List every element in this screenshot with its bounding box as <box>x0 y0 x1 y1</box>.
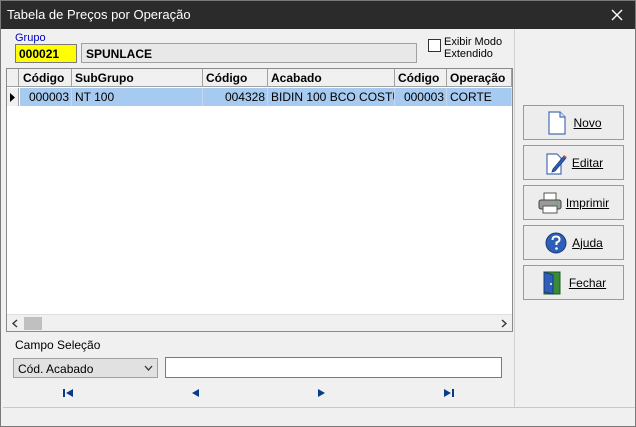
printer-icon <box>538 191 562 215</box>
last-record-icon <box>444 389 454 397</box>
close-form-button-label: Fechar <box>568 275 607 290</box>
close-form-button[interactable]: Fechar <box>523 265 624 300</box>
help-button[interactable]: Ajuda <box>523 225 624 260</box>
cell-subgrupo-codigo[interactable]: 000003 <box>20 88 72 106</box>
cell-acabado-codigo[interactable]: 004328 <box>203 88 268 106</box>
scroll-left-button[interactable] <box>9 318 21 329</box>
column-header-acabado-codigo[interactable]: Código <box>203 69 268 87</box>
grid-header: Código SubGrupo Código Acabado Código Op… <box>7 69 512 87</box>
chevron-down-icon <box>144 365 153 371</box>
next-record-button[interactable] <box>312 386 332 400</box>
cell-operacao[interactable]: CORTE <box>447 88 512 106</box>
edit-button[interactable]: Editar <box>523 145 624 180</box>
new-button[interactable]: Novo <box>523 105 624 140</box>
column-header-subgrupo-codigo[interactable]: Código <box>20 69 72 87</box>
price-table-grid[interactable]: Código SubGrupo Código Acabado Código Op… <box>6 68 513 332</box>
column-header-operacao[interactable]: Operação <box>447 69 512 87</box>
current-row-icon <box>10 92 15 102</box>
exit-door-icon <box>541 270 565 295</box>
first-record-icon <box>63 389 73 397</box>
left-panel: Grupo 000021 SPUNLACE Exibir Modo Extend… <box>3 29 515 407</box>
scroll-thumb[interactable] <box>24 317 42 330</box>
title-bar: Tabela de Preços por Operação <box>1 1 635 29</box>
close-button[interactable] <box>599 1 635 29</box>
column-header-acabado[interactable]: Acabado <box>268 69 395 87</box>
prev-record-button[interactable] <box>185 386 205 400</box>
first-record-button[interactable] <box>58 386 78 400</box>
extended-mode-label[interactable]: Exibir Modo Extendido <box>444 36 512 60</box>
horizontal-scrollbar[interactable] <box>7 314 512 331</box>
help-button-label: Ajuda <box>572 235 603 250</box>
scroll-right-button[interactable] <box>498 318 510 329</box>
new-button-label: Novo <box>573 115 602 130</box>
cell-subgrupo[interactable]: NT 100 <box>72 88 203 106</box>
cell-acabado[interactable]: BIDIN 100 BCO COSTUR <box>268 88 395 106</box>
close-icon <box>611 9 623 21</box>
extended-mode-checkbox[interactable] <box>428 39 441 52</box>
action-panel: Novo Editar Imprimir Ajuda Fechar <box>516 29 634 407</box>
print-button-label: Imprimir <box>565 195 610 210</box>
main-window: Tabela de Preços por Operação Grupo 0000… <box>0 0 636 427</box>
chevron-right-icon <box>501 319 507 328</box>
edit-pencil-icon <box>544 151 568 175</box>
new-document-icon <box>545 110 569 135</box>
search-input[interactable] <box>165 357 502 378</box>
prev-record-icon <box>192 389 199 397</box>
group-label: Grupo <box>15 32 46 44</box>
table-row[interactable]: 000003 NT 100 004328 BIDIN 100 BCO COSTU… <box>7 88 512 106</box>
selection-field-label: Campo Seleção <box>15 338 101 352</box>
group-name-field: SPUNLACE <box>81 43 417 63</box>
selection-field-dropdown[interactable]: Cód. Acabado <box>13 358 158 378</box>
column-header-operacao-codigo[interactable]: Código <box>395 69 447 87</box>
row-indicator <box>7 88 19 106</box>
selection-field-value: Cód. Acabado <box>18 362 94 376</box>
window-title: Tabela de Preços por Operação <box>7 7 191 22</box>
last-record-button[interactable] <box>439 386 459 400</box>
status-bar <box>3 407 635 426</box>
column-header-subgrupo[interactable]: SubGrupo <box>72 69 203 87</box>
cell-operacao-codigo[interactable]: 000003 <box>395 88 447 106</box>
group-code-field[interactable]: 000021 <box>15 44 77 63</box>
help-icon <box>544 231 568 255</box>
grid-indicator-header <box>7 69 19 87</box>
chevron-left-icon <box>12 319 18 328</box>
print-button[interactable]: Imprimir <box>523 185 624 220</box>
edit-button-label: Editar <box>571 155 604 170</box>
next-record-icon <box>318 389 325 397</box>
